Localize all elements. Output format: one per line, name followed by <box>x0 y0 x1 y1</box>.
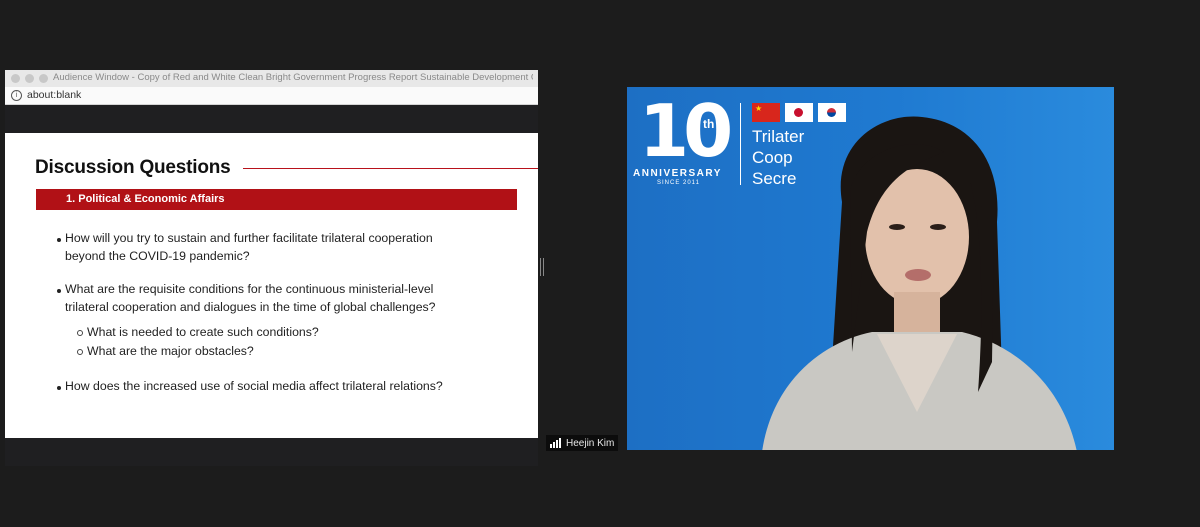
bullet-icon <box>57 238 61 242</box>
bullet-icon <box>57 386 61 390</box>
close-window-button[interactable] <box>11 74 20 83</box>
question-line: What are the requisite conditions for th… <box>65 282 434 296</box>
question-line: beyond the COVID-19 pandemic? <box>65 249 250 263</box>
sub-question-1: What is needed to create such conditions… <box>87 325 319 339</box>
section-title: 1. Political & Economic Affairs <box>66 193 225 205</box>
sub-bullet-icon <box>77 349 83 355</box>
section-banner: 1. Political & Economic Affairs <box>36 189 517 210</box>
question-line: How does the increased use of social med… <box>65 379 443 393</box>
url-text[interactable]: about:blank <box>27 89 81 101</box>
participant-video[interactable]: 10 th ANNIVERSARY SINCE 2011 Trilater Co… <box>627 87 1114 450</box>
window-title: Audience Window - Copy of Red and White … <box>53 72 533 83</box>
address-bar[interactable]: i about:blank <box>5 87 538 105</box>
participant-silhouette <box>762 116 1077 450</box>
info-icon[interactable]: i <box>11 90 22 101</box>
question-2: What are the requisite conditions for th… <box>65 280 436 316</box>
title-divider <box>243 168 538 169</box>
minimize-window-button[interactable] <box>25 74 34 83</box>
question-3: How does the increased use of social med… <box>65 377 443 395</box>
window-title-bar: Audience Window - Copy of Red and White … <box>5 70 538 88</box>
shared-screen-window: Audience Window - Copy of Red and White … <box>5 70 538 466</box>
question-1: How will you try to sustain and further … <box>65 229 433 265</box>
participant-name: Heejin Kim <box>566 437 615 449</box>
slide-title: Discussion Questions <box>35 157 231 178</box>
question-line: trilateral cooperation and dialogues in … <box>65 300 436 314</box>
maximize-window-button[interactable] <box>39 74 48 83</box>
bullet-icon <box>57 289 61 293</box>
sub-question-2: What are the major obstacles? <box>87 344 254 358</box>
split-view-resize-handle[interactable] <box>540 258 544 276</box>
signal-bars-icon <box>550 438 561 448</box>
question-line: How will you try to sustain and further … <box>65 231 433 245</box>
sub-bullet-icon <box>77 330 83 336</box>
participant-name-tag: Heejin Kim <box>546 435 619 451</box>
presentation-slide: Discussion Questions 1. Political & Econ… <box>5 133 538 438</box>
